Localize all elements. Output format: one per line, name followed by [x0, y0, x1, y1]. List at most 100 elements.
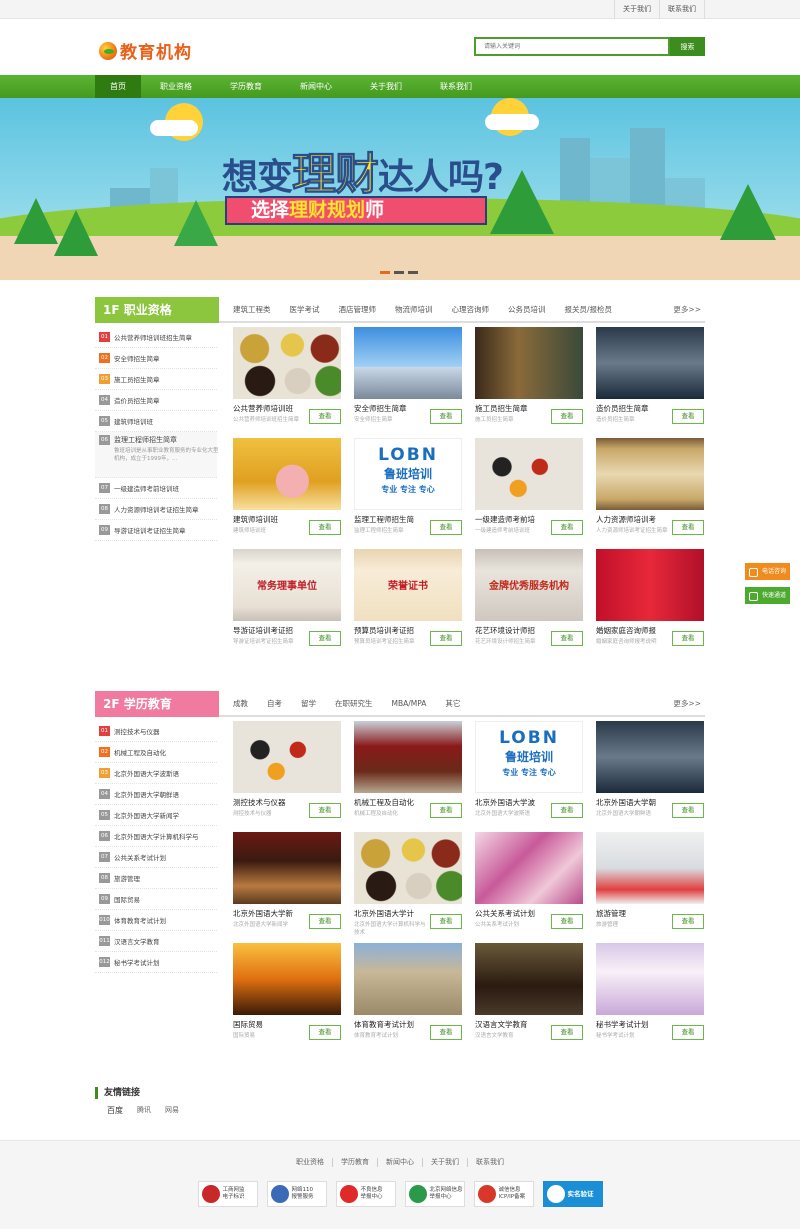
course-image[interactable]: LOBN 鲁班培训 专业 专注 专心 — [354, 438, 462, 510]
course-card[interactable]: 金牌优秀服务机构 花艺环境设计师招 花艺环境设计师招生简章 查看 — [475, 549, 583, 653]
footer-nav-link[interactable]: 学历教育 — [333, 1158, 378, 1167]
course-card[interactable]: 安全师招生简章 安全师招生简章 查看 — [354, 327, 462, 431]
view-button[interactable]: 查看 — [430, 409, 462, 424]
course-card[interactable]: 常务理事单位 导游证培训考证招 导游证培训考证招生简章 查看 — [233, 549, 341, 653]
carousel-dot[interactable] — [394, 271, 404, 274]
course-image[interactable] — [596, 943, 704, 1015]
top-link-about[interactable]: 关于我们 — [614, 0, 659, 19]
view-button[interactable]: 查看 — [672, 631, 704, 646]
course-image[interactable]: LOBN 鲁班培训 专业 专注 专心 — [475, 721, 583, 793]
view-button[interactable]: 查看 — [672, 914, 704, 929]
course-title[interactable]: 施工员招生简章 — [475, 403, 547, 414]
site-logo[interactable]: 教育机构 — [99, 38, 192, 63]
course-card[interactable]: 测控技术与仪器 测控技术与仪器 查看 — [233, 721, 341, 825]
list-item[interactable]: 012 秘书学考试计划 — [95, 952, 217, 973]
list-item[interactable]: 05 建筑师培训班 — [95, 411, 217, 432]
view-button[interactable]: 查看 — [430, 631, 462, 646]
course-image[interactable] — [354, 721, 462, 793]
course-card[interactable]: 人力资源师培训考 人力资源师培训考证招生简章 查看 — [596, 438, 704, 542]
course-image[interactable] — [354, 327, 462, 399]
course-card[interactable]: LOBN 鲁班培训 专业 专注 专心 监理工程师招生简 监理工程师招生简章 查看 — [354, 438, 462, 542]
course-title[interactable]: 旅游管理 — [596, 908, 668, 919]
list-item[interactable]: 06 监理工程师招生简章 鲁班培训是从事职业教育服务的专业化大型机构，成立于1999… — [95, 432, 219, 478]
more-link[interactable]: 更多>> — [673, 297, 701, 323]
view-button[interactable]: 查看 — [551, 1025, 583, 1040]
search-button[interactable]: 搜索 — [670, 37, 705, 56]
view-button[interactable]: 查看 — [672, 803, 704, 818]
list-item[interactable]: 04 北京外国语大学朝鲜语 — [95, 784, 217, 805]
course-card[interactable]: 造价员招生简章 造价员招生简章 查看 — [596, 327, 704, 431]
course-card[interactable]: 北京外国语大学计 北京外国语大学计算机科学与技术 查看 — [354, 832, 462, 936]
footer-nav-link[interactable]: 联系我们 — [468, 1158, 512, 1167]
view-button[interactable]: 查看 — [309, 803, 341, 818]
course-title[interactable]: 建筑师培训班 — [233, 514, 305, 525]
list-item[interactable]: 011 汉语言文学教育 — [95, 931, 217, 952]
view-button[interactable]: 查看 — [309, 631, 341, 646]
course-card[interactable]: 体育教育考试计划 体育教育考试计划 查看 — [354, 943, 462, 1047]
course-title[interactable]: 测控技术与仪器 — [233, 797, 305, 808]
course-image[interactable] — [475, 943, 583, 1015]
list-item[interactable]: 05 北京外国语大学新闻学 — [95, 805, 217, 826]
course-title[interactable]: 秘书学考试计划 — [596, 1019, 668, 1030]
course-card[interactable]: 公共营养师培训班 公共营养师培训班招生简章 查看 — [233, 327, 341, 431]
list-item[interactable]: 03 施工员招生简章 — [95, 369, 217, 390]
course-image[interactable] — [596, 549, 704, 621]
list-item[interactable]: 02 安全师招生简章 — [95, 348, 217, 369]
view-button[interactable]: 查看 — [551, 803, 583, 818]
nav-item-news[interactable]: 新闻中心 — [281, 75, 351, 98]
course-title[interactable]: 机械工程及自动化 — [354, 797, 426, 808]
list-item[interactable]: 09 国际贸易 — [95, 889, 217, 910]
floor-tab[interactable]: 在职研究生 — [335, 691, 373, 715]
floor-tab[interactable]: 自考 — [267, 691, 282, 715]
list-item[interactable]: 06 北京外国语大学计算机科学与 — [95, 826, 217, 847]
course-image[interactable]: 金牌优秀服务机构 — [475, 549, 583, 621]
course-title[interactable]: 体育教育考试计划 — [354, 1019, 426, 1030]
course-card[interactable]: 公共关系考试计划 公共关系考试计划 查看 — [475, 832, 583, 936]
floor-tab[interactable]: 公务员培训 — [508, 297, 546, 321]
view-button[interactable]: 查看 — [672, 409, 704, 424]
friend-link[interactable]: 百度 — [107, 1105, 123, 1116]
list-item[interactable]: 09 导游证培训考证招生简章 — [95, 520, 217, 541]
course-image[interactable] — [475, 832, 583, 904]
course-card[interactable]: 机械工程及自动化 机械工程及自动化 查看 — [354, 721, 462, 825]
course-card[interactable]: 国际贸易 国际贸易 查看 — [233, 943, 341, 1047]
view-button[interactable]: 查看 — [430, 1025, 462, 1040]
course-title[interactable]: 一级建造师考前培 — [475, 514, 547, 525]
footer-nav-link[interactable]: 职业资格 — [288, 1158, 333, 1167]
list-item[interactable]: 01 公共营养师培训班招生简章 — [95, 327, 217, 348]
course-image[interactable] — [596, 438, 704, 510]
phone-consult-button[interactable]: 电话咨询 — [745, 563, 790, 580]
course-card[interactable]: 北京外国语大学新 北京外国语大学新闻学 查看 — [233, 832, 341, 936]
list-item[interactable]: 08 旅游管理 — [95, 868, 217, 889]
floor-tab[interactable]: 成教 — [233, 691, 248, 715]
course-card[interactable]: 婚姻家庭咨询师报 婚姻家庭咨询师报考说明 查看 — [596, 549, 704, 653]
top-link-contact[interactable]: 联系我们 — [659, 0, 705, 19]
course-image[interactable] — [233, 721, 341, 793]
view-button[interactable]: 查看 — [551, 409, 583, 424]
course-image[interactable] — [233, 943, 341, 1015]
view-button[interactable]: 查看 — [309, 914, 341, 929]
course-title[interactable]: 公共营养师培训班 — [233, 403, 305, 414]
course-image[interactable] — [354, 832, 462, 904]
list-item[interactable]: 07 公共关系考试计划 — [95, 847, 217, 868]
trust-badge[interactable]: 实名验证 — [542, 1181, 603, 1207]
course-title[interactable]: 花艺环境设计师招 — [475, 625, 547, 636]
nav-item-home[interactable]: 首页 — [95, 75, 141, 98]
course-title[interactable]: 北京外国语大学新 — [233, 908, 305, 919]
course-image[interactable] — [596, 832, 704, 904]
view-button[interactable]: 查看 — [430, 803, 462, 818]
nav-item-about[interactable]: 关于我们 — [351, 75, 421, 98]
view-button[interactable]: 查看 — [309, 1025, 341, 1040]
course-title[interactable]: 公共关系考试计划 — [475, 908, 547, 919]
friend-link[interactable]: 网易 — [165, 1105, 179, 1116]
list-item[interactable]: 04 造价员招生简章 — [95, 390, 217, 411]
course-title[interactable]: 监理工程师招生简 — [354, 514, 426, 525]
search-input[interactable] — [474, 37, 670, 56]
course-title[interactable]: 造价员招生简章 — [596, 403, 668, 414]
view-button[interactable]: 查看 — [551, 520, 583, 535]
hero-banner[interactable]: 想变理财达人吗? 选择理财规划师 — [0, 98, 800, 280]
nav-item-education[interactable]: 学历教育 — [211, 75, 281, 98]
floor-tab[interactable]: 留学 — [301, 691, 316, 715]
course-title[interactable]: 婚姻家庭咨询师报 — [596, 625, 668, 636]
course-card[interactable]: 秘书学考试计划 秘书学考试计划 查看 — [596, 943, 704, 1047]
